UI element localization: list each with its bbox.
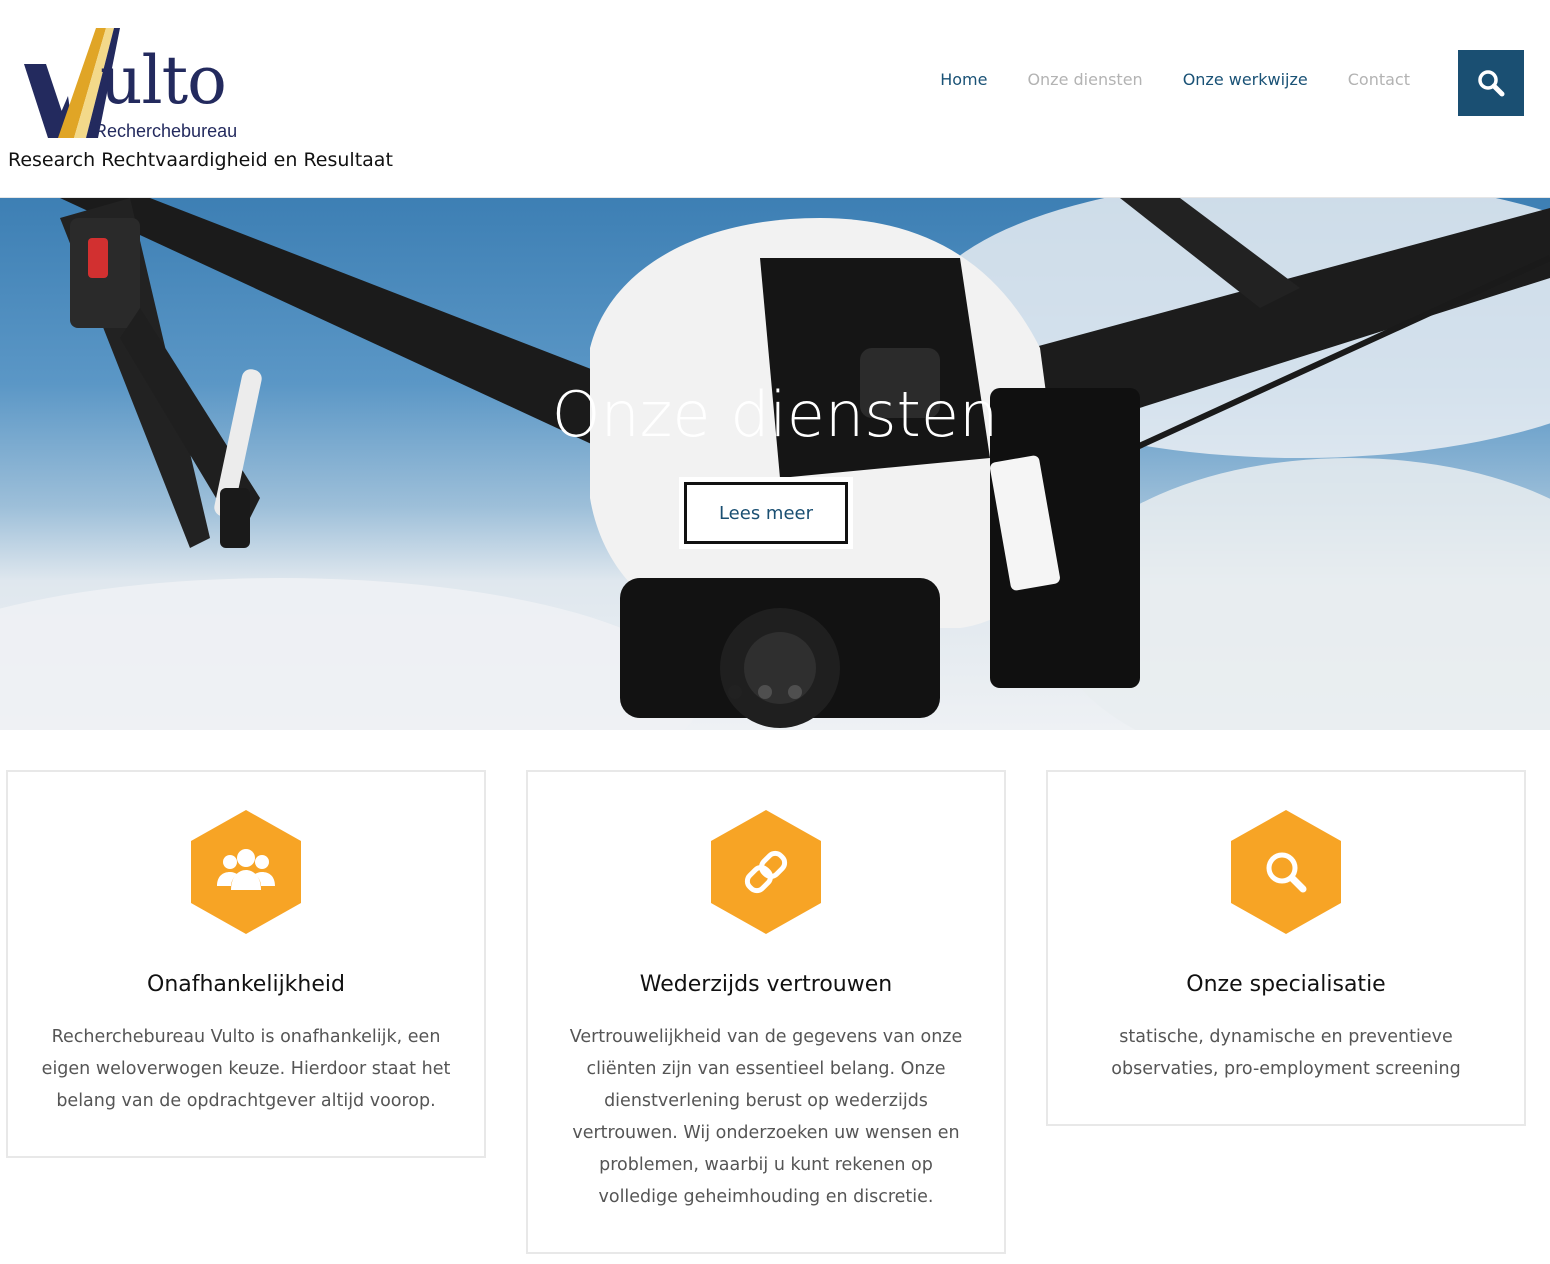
tagline: Research Rechtvaardigheid en Resultaat — [8, 149, 393, 171]
feature-text: statische, dynamische en preventieve obs… — [1111, 1027, 1461, 1079]
hero-title: Onze diensten — [551, 378, 999, 451]
drone-image — [0, 198, 1550, 730]
slider-dot-3[interactable] — [788, 685, 802, 699]
search-button[interactable] — [1458, 50, 1524, 116]
slider-dots — [728, 685, 802, 699]
link-icon — [711, 810, 821, 934]
users-icon — [191, 810, 301, 934]
main-nav: Home Onze diensten Onze werkwijze Contac… — [940, 70, 1410, 89]
feature-card-onafhankelijkheid: Onafhankelijkheid Recherchebureau Vulto … — [6, 770, 486, 1158]
feature-title: Onze specialisatie — [1186, 972, 1386, 997]
site-logo[interactable]: ulto Recherchebureau Research Rechtvaard… — [8, 24, 393, 174]
feature-title: Wederzijds vertrouwen — [639, 972, 893, 997]
nav-onze-diensten[interactable]: Onze diensten — [1027, 70, 1142, 89]
lees-meer-label: Lees meer — [684, 482, 848, 544]
feature-title: Onafhankelijkheid — [147, 972, 345, 997]
feature-text: Vertrouwelijkheid van de gegevens van on… — [569, 1027, 963, 1207]
hero-slider: Onze diensten Lees meer — [0, 198, 1550, 730]
nav-home[interactable]: Home — [940, 70, 987, 89]
feature-card-wederzijds-vertrouwen: Wederzijds vertrouwen Vertrouwelijkheid … — [526, 770, 1006, 1254]
feature-card-onze-specialisatie: Onze specialisatie statische, dynamische… — [1046, 770, 1526, 1126]
logo-subtitle: Recherchebureau — [94, 121, 238, 141]
nav-onze-werkwijze[interactable]: Onze werkwijze — [1183, 70, 1308, 89]
search-icon — [1478, 70, 1505, 97]
feature-text: Recherchebureau Vulto is onafhankelijk, … — [41, 1027, 451, 1111]
slider-dot-1[interactable] — [728, 685, 742, 699]
nav-contact[interactable]: Contact — [1348, 70, 1410, 89]
site-header: ulto Recherchebureau Research Rechtvaard… — [0, 0, 1550, 198]
lees-meer-button[interactable]: Lees meer — [679, 477, 853, 549]
search-icon — [1231, 810, 1341, 934]
slider-dot-2[interactable] — [758, 685, 772, 699]
logo-wordmark: ulto — [100, 42, 227, 119]
